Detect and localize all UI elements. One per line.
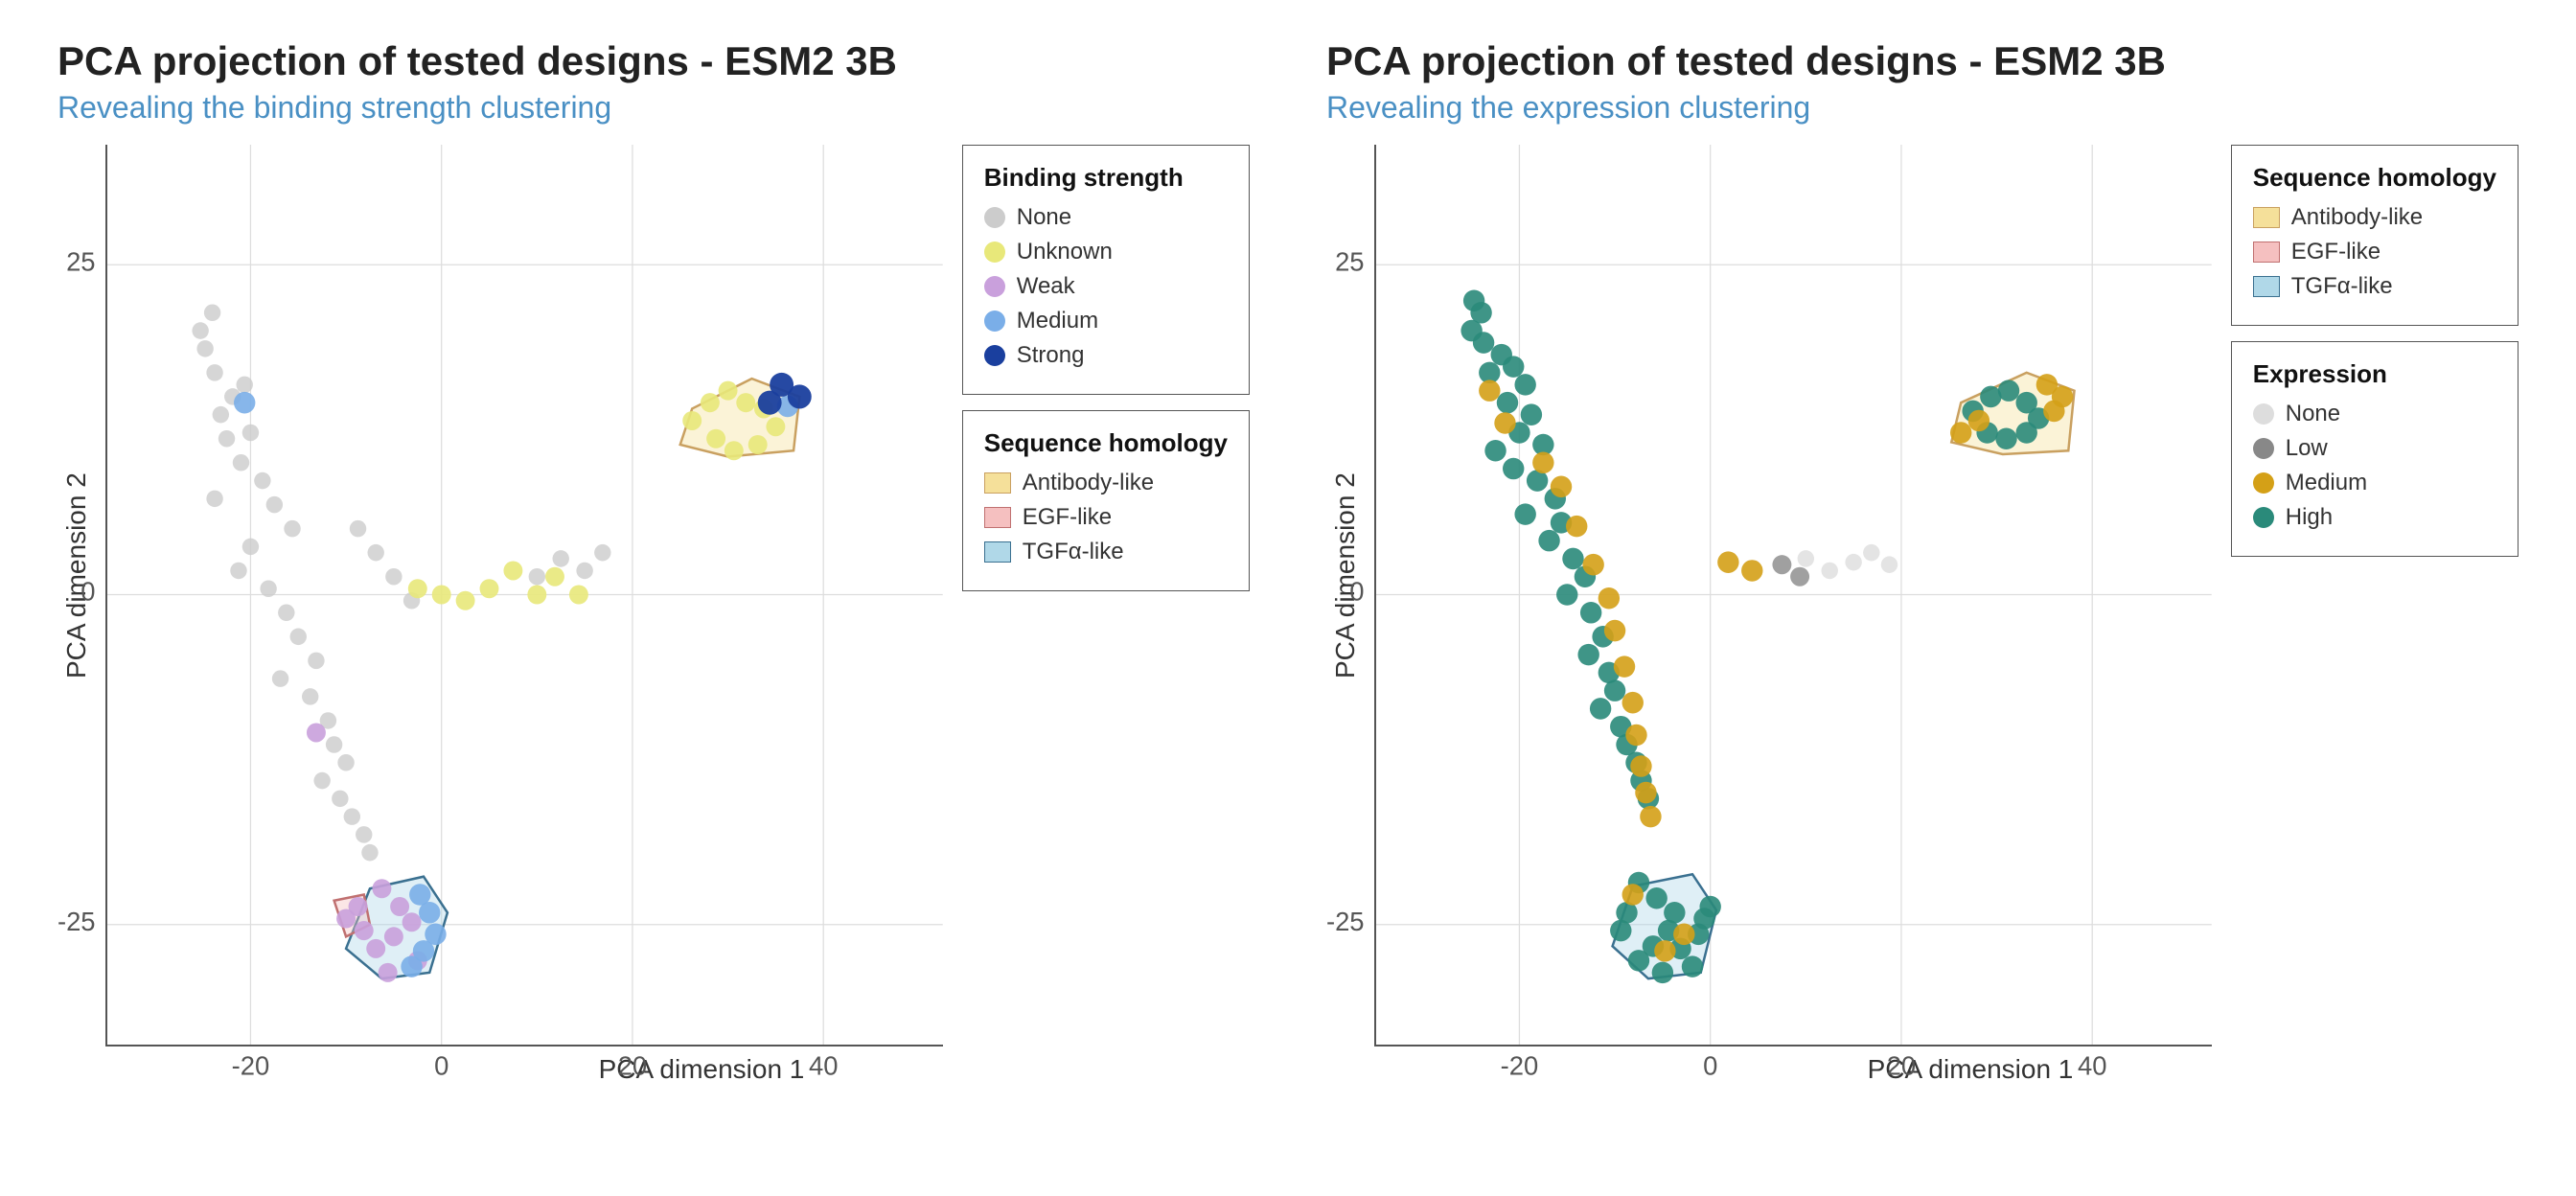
chart1-x-axis-label: PCA dimension 1 [153, 1054, 1250, 1085]
chart2-plot: 25 0 -25 -20 0 20 40 [1374, 145, 2212, 1046]
chart2-legend1-title: Sequence homology [2253, 163, 2496, 193]
chart1-legend2-label-egf: EGF-like [1023, 504, 1112, 531]
chart2-legend1-item-egf: EGF-like [2253, 239, 2496, 265]
chart2-area: PCA dimension 2 25 0 -25 [1326, 145, 2518, 1007]
chart2-legend1-item-antibody: Antibody-like [2253, 204, 2496, 231]
chart1-legend2-label-antibody: Antibody-like [1023, 470, 1154, 496]
chart2-legend1-label-tgfa: TGFα-like [2291, 273, 2393, 300]
chart2-legend2-label-none: None [2286, 401, 2340, 427]
chart1-legend2-item-egf: EGF-like [984, 504, 1228, 531]
chart2-svg: 25 0 -25 -20 0 20 40 [1376, 145, 2212, 1045]
none-dot [984, 207, 1005, 228]
chart1-legend1-item-medium: Medium [984, 308, 1228, 334]
svg-text:20: 20 [1887, 1050, 1916, 1080]
chart2-x-axis-label: PCA dimension 1 [1422, 1054, 2518, 1085]
egf-swatch [984, 507, 1011, 528]
strong-dot [984, 345, 1005, 366]
chart2-legend1-label-egf: EGF-like [2291, 239, 2380, 265]
chart2-legend1: Sequence homology Antibody-like EGF-like [2231, 145, 2518, 326]
chart2-legend1-item-tgfa: TGFα-like [2253, 273, 2496, 300]
expr-low-dot [2253, 438, 2274, 459]
chart2-legend2-title: Expression [2253, 359, 2496, 389]
chart2-legend1-label-antibody: Antibody-like [2291, 204, 2423, 231]
svg-text:40: 40 [2078, 1050, 2106, 1080]
chart1-legend1-title: Binding strength [984, 163, 1228, 193]
chart1-plot-legend: 25 0 -25 -20 0 20 40 [105, 145, 1250, 1046]
chart2-legend2: Expression None Low Medium [2231, 341, 2518, 557]
chart1-wrapper: PCA projection of tested designs - ESM2 … [58, 38, 1250, 1007]
expr-none-dot [2253, 403, 2274, 425]
chart1-plot: 25 0 -25 -20 0 20 40 [105, 145, 943, 1046]
chart2-legend2-item-low: Low [2253, 435, 2496, 462]
chart1-legend2-title: Sequence homology [984, 428, 1228, 458]
chart2-title: PCA projection of tested designs - ESM2 … [1326, 38, 2518, 84]
chart2-subtitle: Revealing the expression clustering [1326, 90, 2518, 126]
chart1-legend1-label-weak: Weak [1017, 273, 1075, 300]
antibody-swatch [984, 472, 1011, 494]
chart1-legend-container: Binding strength None Unknown [962, 145, 1250, 1046]
chart1-legend1-label-unknown: Unknown [1017, 239, 1113, 265]
chart1-title: PCA projection of tested designs - ESM2 … [58, 38, 1250, 84]
chart1-legend1-label-none: None [1017, 204, 1071, 231]
unknown-dot [984, 242, 1005, 263]
chart1-legend1-item-none: None [984, 204, 1228, 231]
tgfa-swatch [984, 541, 1011, 563]
chart1-legend1-item-unknown: Unknown [984, 239, 1228, 265]
chart1-svg: 25 0 -25 -20 0 20 40 [107, 145, 943, 1045]
chart2-wrapper: PCA projection of tested designs - ESM2 … [1326, 38, 2518, 1007]
charts-container: PCA projection of tested designs - ESM2 … [58, 38, 2518, 1007]
svg-text:0: 0 [1349, 577, 1364, 607]
chart2-legend2-item-none: None [2253, 401, 2496, 427]
chart2-legend2-label-low: Low [2286, 435, 2328, 462]
chart1-area: PCA dimension 2 25 0 -25 [58, 145, 1250, 1007]
antibody-swatch2 [2253, 207, 2280, 228]
chart2-legend2-item-medium: Medium [2253, 470, 2496, 496]
svg-text:0: 0 [434, 1050, 448, 1080]
chart1-legend2-label-tgfa: TGFα-like [1023, 539, 1124, 565]
medium-dot [984, 310, 1005, 332]
chart1-legend1-item-strong: Strong [984, 342, 1228, 369]
chart1-legend1-item-weak: Weak [984, 273, 1228, 300]
chart2-legend2-label-high: High [2286, 504, 2333, 531]
chart1-legend2-item-tgfa: TGFα-like [984, 539, 1228, 565]
svg-text:0: 0 [80, 577, 95, 607]
chart1-subtitle: Revealing the binding strength clusterin… [58, 90, 1250, 126]
svg-text:25: 25 [66, 246, 95, 276]
weak-dot [984, 276, 1005, 297]
svg-text:-20: -20 [1501, 1050, 1539, 1080]
chart2-plot-legend: 25 0 -25 -20 0 20 40 [1374, 145, 2518, 1046]
chart2-legend2-item-high: High [2253, 504, 2496, 531]
svg-text:-25: -25 [58, 907, 96, 936]
expr-medium-dot [2253, 472, 2274, 494]
chart2-legend-container: Sequence homology Antibody-like EGF-like [2231, 145, 2518, 1046]
svg-text:20: 20 [618, 1050, 647, 1080]
chart1-legend2: Sequence homology Antibody-like EGF-like [962, 410, 1250, 591]
chart1-legend1-label-medium: Medium [1017, 308, 1098, 334]
chart1-legend2-item-antibody: Antibody-like [984, 470, 1228, 496]
svg-text:-20: -20 [232, 1050, 270, 1080]
egf-swatch2 [2253, 242, 2280, 263]
tgfa-swatch2 [2253, 276, 2280, 297]
chart1-legend1-label-strong: Strong [1017, 342, 1085, 369]
chart1-legend1: Binding strength None Unknown [962, 145, 1250, 395]
svg-text:40: 40 [809, 1050, 838, 1080]
svg-text:-25: -25 [1326, 907, 1365, 936]
chart2-legend2-label-medium: Medium [2286, 470, 2367, 496]
expr-high-dot [2253, 507, 2274, 528]
svg-text:25: 25 [1335, 246, 1364, 276]
svg-text:0: 0 [1703, 1050, 1717, 1080]
